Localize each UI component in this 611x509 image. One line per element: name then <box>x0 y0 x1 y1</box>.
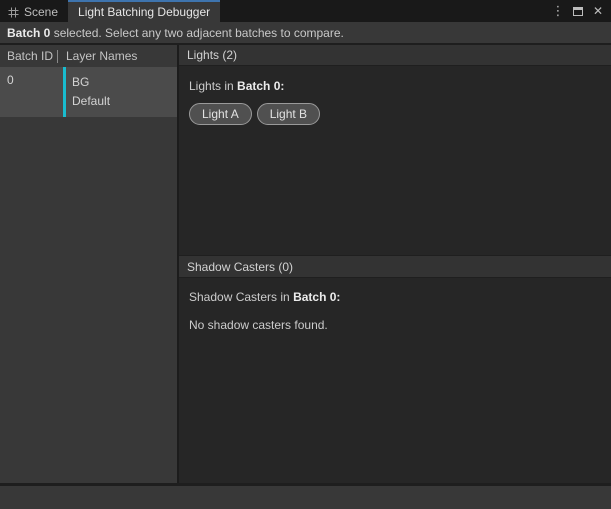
shadow-casters-section-content: Shadow Casters in Batch 0: No shadow cas… <box>179 278 611 483</box>
light-batching-debugger-window: Scene Light Batching Debugger ⋮ ✕ Batch … <box>0 0 611 509</box>
close-icon[interactable]: ✕ <box>590 3 606 19</box>
kebab-menu-icon[interactable]: ⋮ <box>550 3 566 19</box>
maximize-glyph <box>573 7 583 16</box>
lights-header-label: Lights (2) <box>187 48 237 62</box>
lights-section-content: Lights in Batch 0: Light A Light B <box>179 66 611 255</box>
batch-table-header: Batch ID Layer Names <box>0 45 177 67</box>
tab-bar: Scene Light Batching Debugger ⋮ ✕ <box>0 0 611 22</box>
batch-details-panel: Lights (2) Lights in Batch 0: Light A Li… <box>179 45 611 483</box>
layer-names-cell: BG Default <box>66 67 110 117</box>
light-pill-row: Light A Light B <box>189 103 601 125</box>
tab-light-batching-debugger[interactable]: Light Batching Debugger <box>68 0 220 22</box>
lights-in-batch-label: Lights in Batch 0: <box>189 79 601 93</box>
batch-list-panel: Batch ID Layer Names 0 BG Default <box>0 45 179 483</box>
tab-lbd-label: Light Batching Debugger <box>78 5 210 19</box>
column-header-layer-names: Layer Names <box>66 49 137 63</box>
light-pill-a[interactable]: Light A <box>189 103 252 125</box>
tab-scene-label: Scene <box>24 5 58 19</box>
shadow-casters-section-header: Shadow Casters (0) <box>179 255 611 278</box>
window-controls: ⋮ ✕ <box>550 0 611 22</box>
no-shadow-casters-message: No shadow casters found. <box>189 318 601 332</box>
shadow-casters-in-batch-label: Shadow Casters in Batch 0: <box>189 290 601 304</box>
maximize-icon[interactable] <box>570 3 586 19</box>
shadow-casters-header-label: Shadow Casters (0) <box>187 260 293 274</box>
info-highlight: Batch 0 <box>7 26 50 40</box>
info-bar: Batch 0 selected. Select any two adjacen… <box>0 22 611 45</box>
info-text: selected. Select any two adjacent batche… <box>50 26 344 40</box>
layer-name: Default <box>72 92 110 111</box>
batch-row-0[interactable]: 0 BG Default <box>0 67 177 117</box>
layer-name: BG <box>72 73 110 92</box>
column-header-batch-id: Batch ID <box>0 49 57 63</box>
grid-icon <box>8 7 19 18</box>
main-area: Batch ID Layer Names 0 BG Default Lights… <box>0 45 611 483</box>
batch-id-cell: 0 <box>0 67 63 117</box>
tab-scene[interactable]: Scene <box>0 0 68 22</box>
light-pill-b[interactable]: Light B <box>257 103 320 125</box>
status-bar <box>0 483 611 509</box>
column-separator <box>57 50 58 63</box>
lights-section-header: Lights (2) <box>179 45 611 66</box>
